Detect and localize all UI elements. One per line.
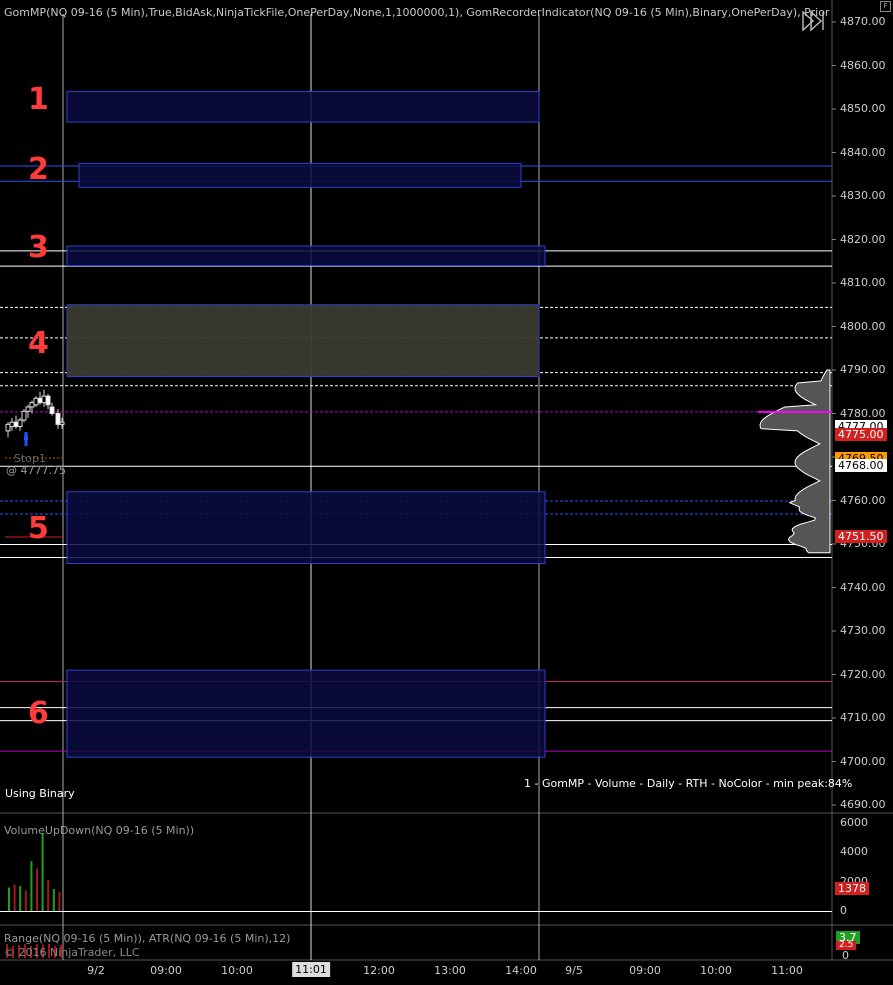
- volume-bar-up: [52, 889, 55, 911]
- candle-body: [59, 421, 65, 425]
- time-axis-label: 09:00: [150, 964, 182, 977]
- zone-2[interactable]: [78, 162, 522, 188]
- time-axis-label: 9/5: [565, 964, 583, 977]
- volume-axis-label: 6000: [840, 816, 868, 829]
- volume-axis-label: 0: [840, 904, 847, 917]
- zone-number-6: 6: [28, 696, 49, 731]
- range-panel-title: Range(NQ 09-16 (5 Min)), ATR(NQ 09-16 (5…: [4, 932, 291, 945]
- price-axis-label: 4790.00: [840, 363, 886, 376]
- zone-6[interactable]: [66, 669, 546, 758]
- copyright-text: © 2016 NinjaTrader, LLC: [4, 946, 140, 959]
- candle-body: [13, 421, 19, 428]
- stop-price: @ 4777.75: [6, 464, 66, 477]
- time-axis-label: 10:00: [221, 964, 253, 977]
- candle-body: [17, 419, 23, 428]
- zone-number-1: 1: [28, 82, 49, 117]
- volume-bar-down: [13, 884, 16, 911]
- time-axis-label: 14:00: [505, 964, 537, 977]
- candle-body: [55, 413, 61, 425]
- zone-number-4: 4: [28, 326, 49, 361]
- price-axis-label: 4860.00: [840, 58, 886, 72]
- time-axis-label: 12:00: [363, 964, 395, 977]
- volume-bar-down: [47, 880, 50, 911]
- price-tag: 4768.00: [835, 458, 887, 472]
- volume-panel-title: VolumeUpDown(NQ 09-16 (5 Min)): [4, 824, 195, 837]
- volume-bar-up: [41, 833, 44, 911]
- using-binary-label: Using Binary: [5, 787, 75, 800]
- price-axis-label: 4690.00: [840, 798, 886, 811]
- zone-number-5: 5: [28, 511, 49, 546]
- price-axis-label: 4730.00: [840, 624, 886, 637]
- candle-body: [25, 406, 31, 412]
- time-cursor-label: 11:01: [292, 962, 330, 977]
- candle-body: [33, 397, 39, 406]
- zone-5[interactable]: [66, 491, 546, 565]
- volume-bar-up: [8, 887, 10, 911]
- volume-bar-down: [58, 891, 61, 911]
- volume-bar-up: [30, 861, 33, 911]
- indicator-header: GomMP(NQ 09-16 (5 Min),True,BidAsk,Ninja…: [4, 6, 830, 19]
- candle-body: [49, 406, 55, 415]
- time-axis-label: 09:00: [629, 964, 661, 977]
- price-axis-label: 4780.00: [840, 406, 886, 420]
- volume-bar-down: [24, 890, 27, 911]
- price-axis-label: 4830.00: [840, 189, 886, 202]
- price-axis-label: 4810.00: [840, 276, 886, 289]
- candle-body: [29, 402, 35, 408]
- candle-body: [45, 395, 51, 406]
- price-tag: 4775.00: [835, 428, 887, 442]
- price-axis-label: 4760.00: [840, 493, 886, 507]
- zone-3[interactable]: [66, 245, 546, 267]
- zone-number-2: 2: [28, 152, 49, 187]
- price-tag: 4751.50: [835, 530, 887, 544]
- float-button[interactable]: F: [880, 1, 891, 12]
- price-axis-label: 4740.00: [840, 580, 886, 594]
- candle-body: [37, 397, 43, 404]
- price-axis-label: 4710.00: [840, 711, 886, 724]
- volume-current-tag: 1378: [835, 882, 869, 895]
- zone-number-3: 3: [28, 230, 49, 265]
- volume-bar-up: [19, 886, 22, 911]
- volume-bar-down: [36, 868, 38, 911]
- time-axis-label: 13:00: [434, 964, 466, 977]
- time-axis-label: 9/2: [87, 964, 105, 977]
- price-axis-label: 4850.00: [840, 102, 886, 115]
- candle-body: [9, 421, 15, 428]
- candle-body: [41, 395, 47, 404]
- profile-info-label: 1 - GomMP - Volume - Daily - RTH - NoCol…: [524, 777, 853, 790]
- price-axis-label: 4720.00: [840, 667, 886, 681]
- price-axis-label: 4820.00: [840, 232, 886, 246]
- candle-body: [5, 423, 11, 432]
- price-axis-label: 4700.00: [840, 754, 886, 768]
- range-tag-down: 2.5: [836, 941, 857, 950]
- zone-4[interactable]: [66, 304, 540, 378]
- time-axis-label: 10:00: [700, 964, 732, 977]
- price-axis-label: 4870.00: [840, 15, 886, 28]
- price-axis-label: 4800.00: [840, 319, 886, 333]
- candle-body: [21, 410, 27, 421]
- time-axis-label: 11:00: [771, 964, 803, 977]
- range-axis-zero: 0: [842, 949, 849, 962]
- chart-canvas[interactable]: [0, 0, 893, 985]
- price-axis-label: 4840.00: [840, 145, 886, 159]
- zone-1[interactable]: [66, 91, 540, 123]
- volume-axis-label: 4000: [840, 845, 868, 859]
